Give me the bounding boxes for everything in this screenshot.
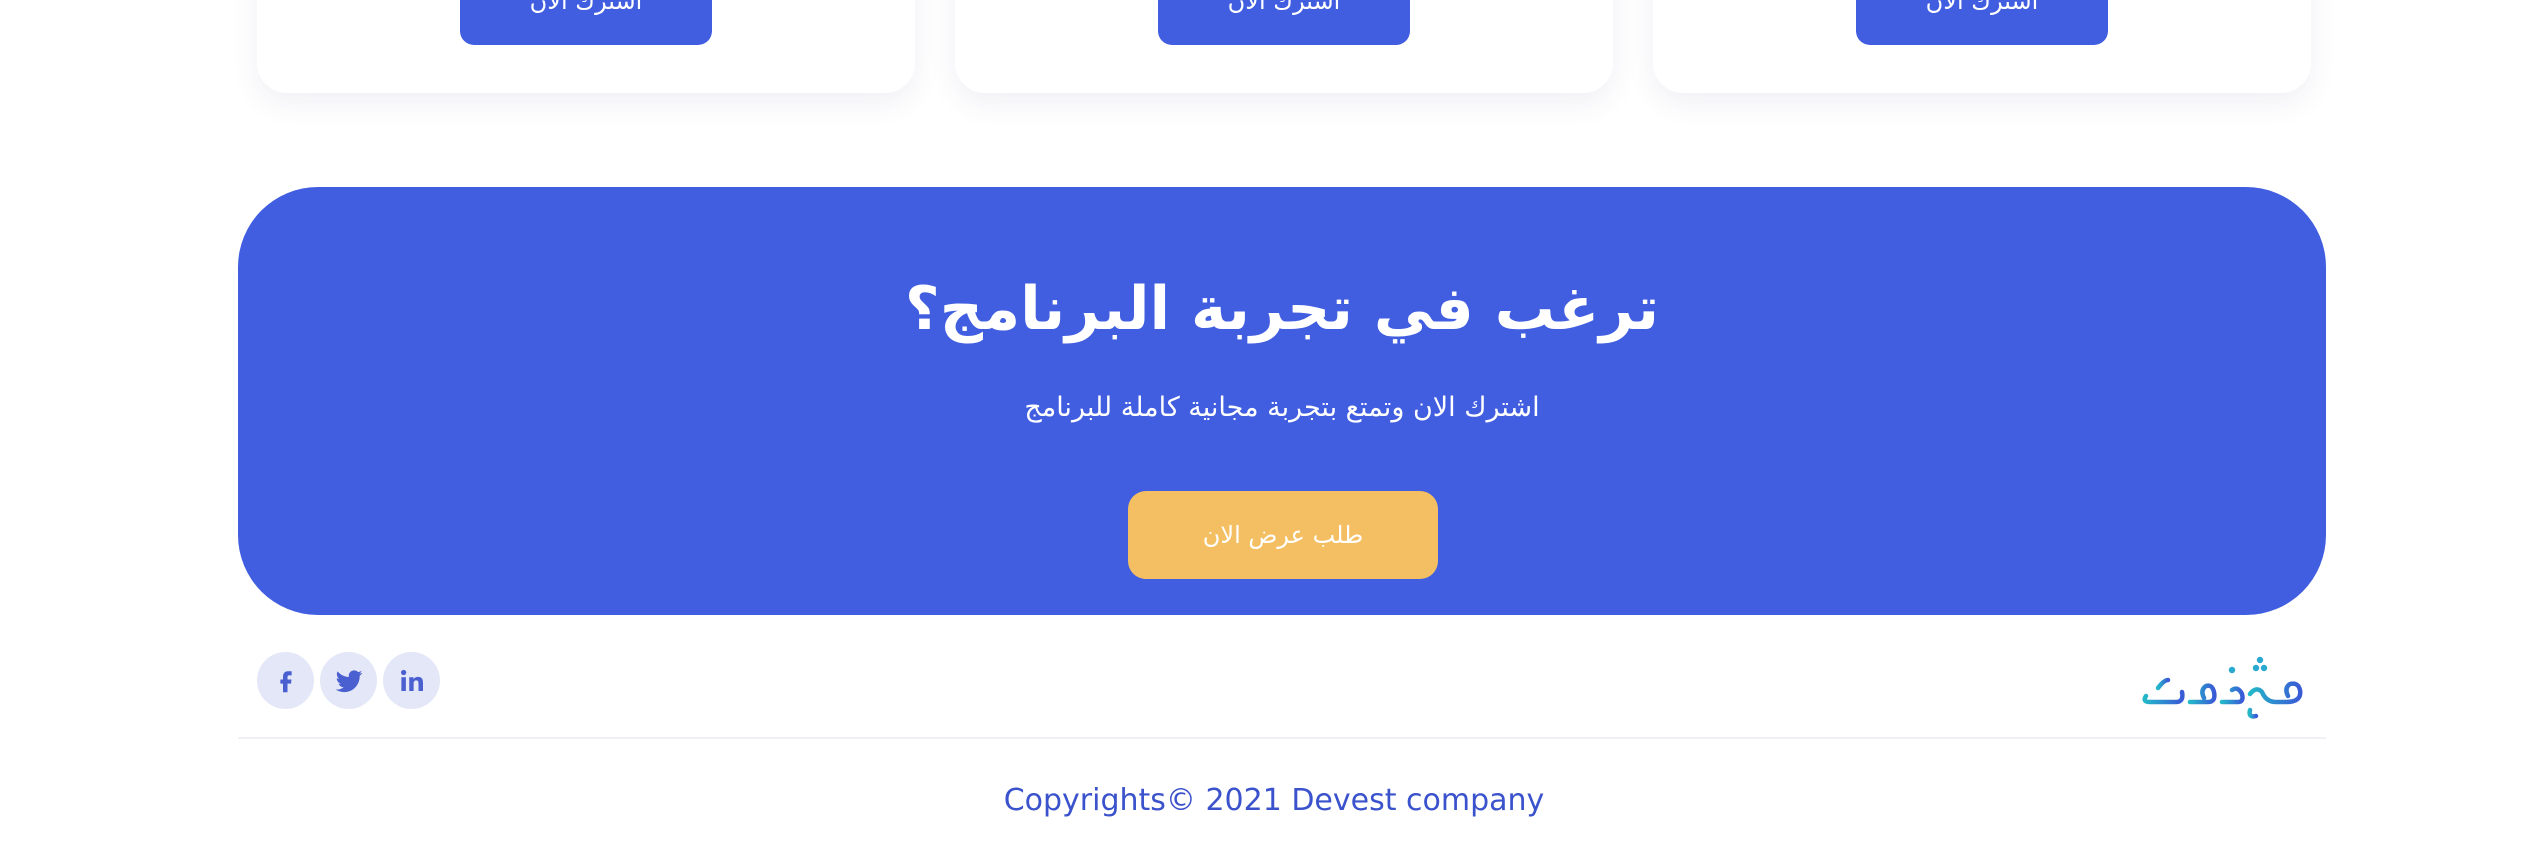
subscribe-button[interactable]: اشترك الان — [1158, 0, 1410, 45]
request-demo-button[interactable]: طلب عرض الان — [1128, 491, 1438, 579]
plan-card: اشترك الان — [1653, 0, 2311, 93]
plan-card: اشترك الان — [955, 0, 1613, 93]
footer-divider — [238, 737, 2326, 739]
linkedin-link[interactable] — [383, 652, 440, 709]
subscribe-button[interactable]: اشترك الان — [1856, 0, 2108, 45]
cta-banner: ترغب في تجربة البرنامج؟ اشترك الان وتمتع… — [238, 187, 2326, 615]
page: اشترك الان اشترك الان اشترك الان ترغب في… — [0, 0, 2548, 866]
twitter-link[interactable] — [320, 652, 377, 709]
facebook-link[interactable] — [257, 652, 314, 709]
copyright-text: Copyrights© 2021 Devest company — [1003, 783, 1545, 818]
linkedin-icon — [397, 666, 427, 696]
cta-subtitle: اشترك الان وتمتع بتجربة مجانية كاملة للب… — [1024, 392, 1540, 423]
social-links — [257, 652, 440, 709]
brand-logo — [2138, 646, 2308, 726]
twitter-icon — [333, 665, 365, 697]
subscribe-button[interactable]: اشترك الان — [460, 0, 712, 45]
cta-title: ترغب في تجربة البرنامج؟ — [904, 274, 1660, 344]
plan-card: اشترك الان — [257, 0, 915, 93]
facebook-icon — [271, 666, 301, 696]
